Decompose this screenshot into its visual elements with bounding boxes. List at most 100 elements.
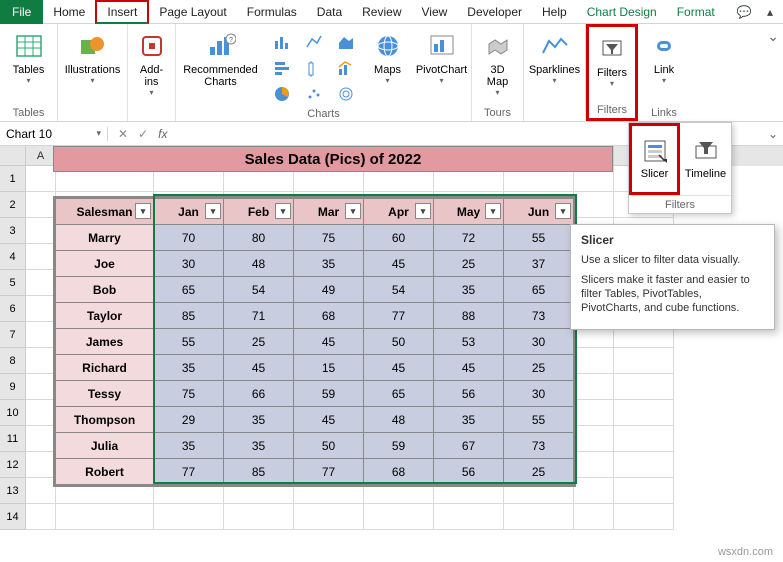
row-header[interactable]: 6 bbox=[0, 296, 26, 322]
table-cell[interactable]: 48 bbox=[364, 407, 434, 433]
table-cell[interactable]: 75 bbox=[294, 225, 364, 251]
tab-view[interactable]: View bbox=[412, 0, 458, 24]
table-row-name[interactable]: Taylor bbox=[56, 303, 154, 329]
tables-button[interactable]: Tables ▾ bbox=[6, 26, 52, 85]
table-row-name[interactable]: Richard bbox=[56, 355, 154, 381]
table-cell[interactable]: 85 bbox=[224, 459, 294, 485]
name-box[interactable]: Chart 10 ▾ bbox=[0, 127, 108, 141]
tab-data[interactable]: Data bbox=[307, 0, 352, 24]
table-cell[interactable]: 48 bbox=[224, 251, 294, 277]
table-cell[interactable]: 25 bbox=[504, 355, 574, 381]
table-header[interactable]: Jun▾ bbox=[504, 199, 574, 225]
ribbon-expand-icon[interactable]: ⌄ bbox=[767, 28, 779, 45]
row-header[interactable]: 1 bbox=[0, 166, 26, 192]
slicer-button[interactable]: Slicer bbox=[629, 123, 680, 195]
filter-dropdown-icon[interactable]: ▾ bbox=[205, 203, 221, 219]
tab-formulas[interactable]: Formulas bbox=[237, 0, 307, 24]
table-cell[interactable]: 70 bbox=[154, 225, 224, 251]
line-chart-icon[interactable] bbox=[299, 30, 329, 54]
table-cell[interactable]: 45 bbox=[294, 407, 364, 433]
table-cell[interactable]: 55 bbox=[154, 329, 224, 355]
row-header[interactable]: 5 bbox=[0, 270, 26, 296]
table-cell[interactable]: 71 bbox=[224, 303, 294, 329]
table-cell[interactable]: 53 bbox=[434, 329, 504, 355]
comments-icon[interactable]: 💬 bbox=[731, 0, 757, 24]
row-header[interactable]: 4 bbox=[0, 244, 26, 270]
table-cell[interactable]: 35 bbox=[294, 251, 364, 277]
filter-dropdown-icon[interactable]: ▾ bbox=[345, 203, 361, 219]
table-row-name[interactable]: Joe bbox=[56, 251, 154, 277]
addins-button[interactable]: Add- ins ▾ bbox=[129, 26, 175, 97]
table-row-name[interactable]: James bbox=[56, 329, 154, 355]
row-header[interactable]: 14 bbox=[0, 504, 26, 530]
table-row-name[interactable]: Robert bbox=[56, 459, 154, 485]
tab-chart-design[interactable]: Chart Design bbox=[577, 0, 667, 24]
table-cell[interactable]: 50 bbox=[294, 433, 364, 459]
sparklines-button[interactable]: Sparklines ▾ bbox=[528, 26, 582, 85]
link-button[interactable]: Link ▾ bbox=[641, 26, 687, 85]
filter-dropdown-icon[interactable]: ▾ bbox=[135, 203, 151, 219]
table-cell[interactable]: 45 bbox=[364, 355, 434, 381]
fx-enter-icon[interactable]: ✓ bbox=[138, 127, 148, 141]
table-cell[interactable]: 88 bbox=[434, 303, 504, 329]
table-header[interactable]: Feb▾ bbox=[224, 199, 294, 225]
col-header[interactable]: A bbox=[26, 146, 56, 166]
table-cell[interactable]: 72 bbox=[434, 225, 504, 251]
combo-chart-icon[interactable] bbox=[331, 56, 361, 80]
table-header[interactable]: Salesman▾ bbox=[56, 199, 154, 225]
table-row-name[interactable]: Julia bbox=[56, 433, 154, 459]
table-cell[interactable]: 54 bbox=[224, 277, 294, 303]
table-cell[interactable]: 68 bbox=[294, 303, 364, 329]
table-cell[interactable]: 85 bbox=[154, 303, 224, 329]
row-header[interactable]: 12 bbox=[0, 452, 26, 478]
table-cell[interactable]: 35 bbox=[434, 277, 504, 303]
row-header[interactable]: 13 bbox=[0, 478, 26, 504]
pivotchart-button[interactable]: PivotChart ▾ bbox=[415, 26, 469, 85]
table-cell[interactable]: 55 bbox=[504, 225, 574, 251]
table-cell[interactable]: 30 bbox=[154, 251, 224, 277]
fx-icon[interactable]: fx bbox=[158, 127, 173, 141]
bar-chart-icon[interactable] bbox=[267, 56, 297, 80]
tab-home[interactable]: Home bbox=[43, 0, 95, 24]
table-cell[interactable]: 49 bbox=[294, 277, 364, 303]
table-row-name[interactable]: Bob bbox=[56, 277, 154, 303]
table-header[interactable]: May▾ bbox=[434, 199, 504, 225]
timeline-button[interactable]: Timeline bbox=[680, 123, 731, 195]
table-cell[interactable]: 25 bbox=[224, 329, 294, 355]
tab-review[interactable]: Review bbox=[352, 0, 411, 24]
filters-button[interactable]: Filters ▾ bbox=[589, 29, 635, 88]
table-cell[interactable]: 80 bbox=[224, 225, 294, 251]
table-cell[interactable]: 59 bbox=[294, 381, 364, 407]
table-row-name[interactable]: Thompson bbox=[56, 407, 154, 433]
table-cell[interactable]: 65 bbox=[504, 277, 574, 303]
recommended-charts-button[interactable]: ? Recommended Charts bbox=[179, 26, 263, 88]
table-cell[interactable]: 77 bbox=[364, 303, 434, 329]
row-header[interactable]: 3 bbox=[0, 218, 26, 244]
filter-dropdown-icon[interactable]: ▾ bbox=[415, 203, 431, 219]
illustrations-button[interactable]: Illustrations ▾ bbox=[66, 26, 120, 85]
table-cell[interactable]: 66 bbox=[224, 381, 294, 407]
row-header[interactable]: 7 bbox=[0, 322, 26, 348]
filter-dropdown-icon[interactable]: ▾ bbox=[555, 203, 571, 219]
table-cell[interactable]: 45 bbox=[224, 355, 294, 381]
tab-help[interactable]: Help bbox=[532, 0, 577, 24]
maps-button[interactable]: Maps ▾ bbox=[365, 26, 411, 85]
table-cell[interactable]: 65 bbox=[364, 381, 434, 407]
tab-file[interactable]: File bbox=[0, 0, 43, 24]
table-cell[interactable]: 37 bbox=[504, 251, 574, 277]
table-row-name[interactable]: Tessy bbox=[56, 381, 154, 407]
table-cell[interactable]: 35 bbox=[434, 407, 504, 433]
table-cell[interactable]: 25 bbox=[504, 459, 574, 485]
area-chart-icon[interactable] bbox=[331, 30, 361, 54]
table-cell[interactable]: 35 bbox=[154, 433, 224, 459]
table-cell[interactable]: 45 bbox=[294, 329, 364, 355]
row-header[interactable]: 9 bbox=[0, 374, 26, 400]
table-cell[interactable]: 45 bbox=[364, 251, 434, 277]
table-cell[interactable]: 75 bbox=[154, 381, 224, 407]
table-cell[interactable]: 73 bbox=[504, 433, 574, 459]
table-cell[interactable]: 35 bbox=[224, 433, 294, 459]
stats-chart-icon[interactable] bbox=[299, 56, 329, 80]
tab-developer[interactable]: Developer bbox=[457, 0, 532, 24]
table-cell[interactable]: 30 bbox=[504, 381, 574, 407]
table-cell[interactable]: 73 bbox=[504, 303, 574, 329]
